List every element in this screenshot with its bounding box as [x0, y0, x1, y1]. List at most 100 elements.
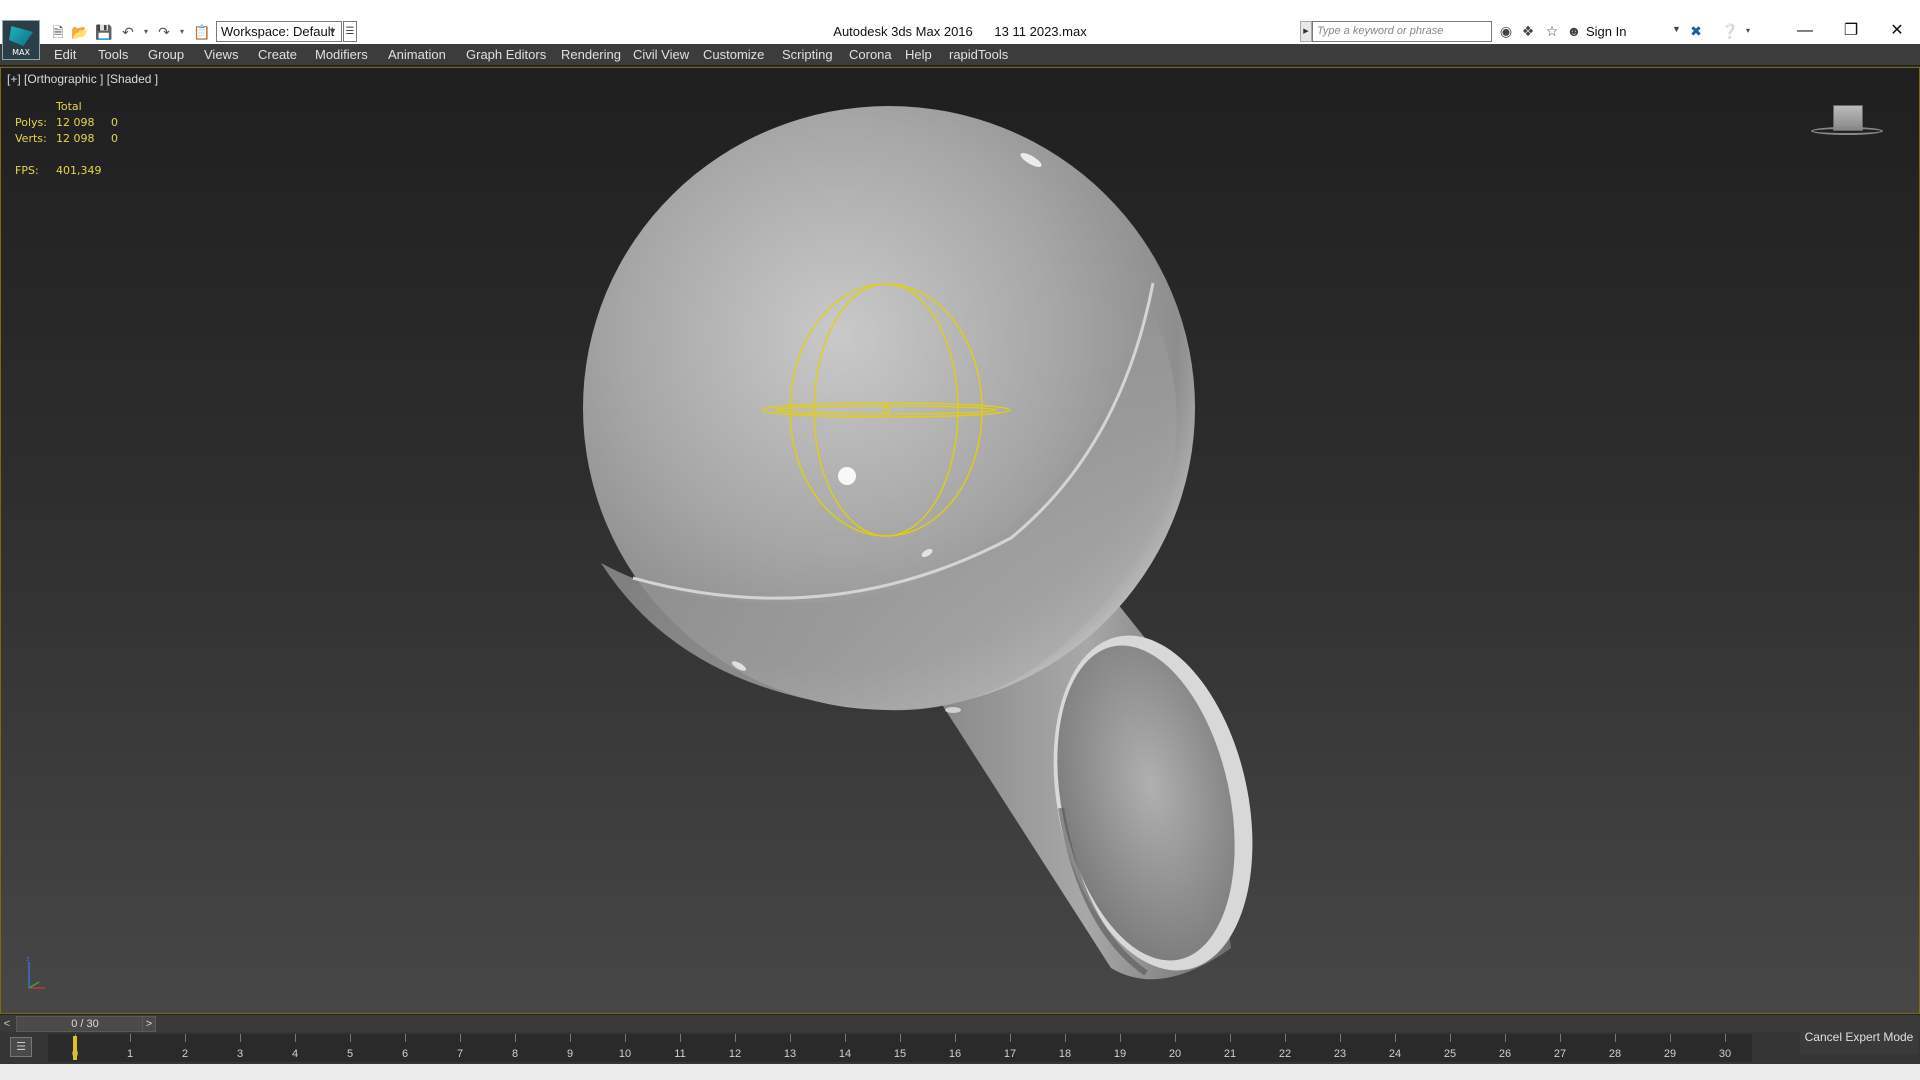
trackbar-frame-label: 25: [1443, 1048, 1457, 1060]
subscription-icon[interactable]: ❖: [1518, 21, 1538, 41]
workspace-select[interactable]: Workspace: Default ▼: [216, 21, 342, 42]
trackbar-tick: [240, 1034, 241, 1042]
undo-icon[interactable]: ↶: [118, 22, 138, 42]
trackbar-frame-label: 26: [1498, 1048, 1512, 1060]
time-slider-next-button[interactable]: >: [142, 1016, 156, 1032]
menu-edit[interactable]: Edit: [54, 47, 76, 62]
trackbar-frame-label: 9: [566, 1048, 574, 1060]
menu-group[interactable]: Group: [148, 47, 184, 62]
bottom-strip: [0, 1064, 1920, 1080]
trackbar-frame-label: 28: [1608, 1048, 1622, 1060]
title-bar: MAX 🗎 📂 💾 ↶ ▾ ↷ ▾ 📋 Workspace: Default ▼…: [0, 0, 1920, 60]
trackbar-frame-label: 13: [783, 1048, 797, 1060]
trackbar-tick: [625, 1034, 626, 1042]
trackbar-frame-label: 4: [291, 1048, 299, 1060]
trackbar-tick: [405, 1034, 406, 1042]
highlight-5: [945, 707, 961, 713]
trackbar-tick: [1285, 1034, 1286, 1042]
trackbar-tick: [1670, 1034, 1671, 1042]
time-slider-thumb[interactable]: 0 / 30: [16, 1016, 154, 1032]
trackbar-frame-label: 10: [618, 1048, 632, 1060]
menu-rendering[interactable]: Rendering: [561, 47, 621, 62]
trackbar-frame-label: 22: [1278, 1048, 1292, 1060]
trackbar-tick: [900, 1034, 901, 1042]
trackbar-frame-label: 6: [401, 1048, 409, 1060]
viewcube-compass-ring[interactable]: [1811, 127, 1883, 135]
minimize-icon[interactable]: —: [1782, 14, 1828, 48]
redo-dropdown-icon[interactable]: ▾: [172, 22, 192, 42]
menu-customize[interactable]: Customize: [703, 47, 764, 62]
time-slider-bar: < 0 / 30 >: [0, 1014, 1920, 1032]
quick-access-customize-icon[interactable]: ☰: [343, 21, 357, 42]
trackbar-tick: [845, 1034, 846, 1042]
trackbar-tick: [295, 1034, 296, 1042]
close-icon[interactable]: ✕: [1874, 14, 1920, 48]
menu-create[interactable]: Create: [258, 47, 297, 62]
help-icon[interactable]: ❔: [1720, 21, 1740, 41]
trackbar-frame-label: 14: [838, 1048, 852, 1060]
redo-icon[interactable]: ↷: [154, 22, 174, 42]
user-icon[interactable]: ☻: [1564, 21, 1584, 41]
highlight-1: [838, 467, 856, 485]
trackbar-frame-label: 3: [236, 1048, 244, 1060]
axis-tripod-icon: z: [26, 955, 45, 989]
trackbar-ruler[interactable]: 0123456789101112131415161718192021222324…: [48, 1034, 1752, 1062]
trackbar-frame-label: 15: [893, 1048, 907, 1060]
help-dropdown-icon[interactable]: ▾: [1738, 21, 1758, 41]
trackbar-frame-label: 8: [511, 1048, 519, 1060]
trackbar-tick: [1230, 1034, 1231, 1042]
menu-corona[interactable]: Corona: [849, 47, 892, 62]
current-frame-marker[interactable]: [73, 1036, 77, 1060]
trackbar-frame-label: 20: [1168, 1048, 1182, 1060]
trackbar-tick: [185, 1034, 186, 1042]
sign-in-button[interactable]: Sign In: [1586, 24, 1626, 39]
viewcube[interactable]: [1811, 105, 1883, 137]
scene-render[interactable]: [1, 68, 1919, 1013]
trackbar-tick: [460, 1034, 461, 1042]
app-menu-button[interactable]: MAX: [2, 20, 40, 60]
save-icon[interactable]: 💾: [94, 22, 114, 42]
trackbar-tick: [1340, 1034, 1341, 1042]
window-title: Autodesk 3ds Max 2016 13 11 2023.max: [833, 24, 1087, 39]
chevron-down-icon[interactable]: ▼: [1672, 24, 1681, 34]
menu-rapidtools[interactable]: rapidTools: [949, 47, 1008, 62]
trackbar-tick: [570, 1034, 571, 1042]
trackbar-frame-label: 30: [1718, 1048, 1732, 1060]
trackbar: ☰ 01234567891011121314151617181920212223…: [0, 1032, 1920, 1064]
undo-dropdown-icon[interactable]: ▾: [136, 22, 156, 42]
search-placeholder: Type a keyword or phrase: [1317, 25, 1444, 37]
binoculars-icon[interactable]: ◉: [1496, 21, 1516, 41]
menu-graph-editors[interactable]: Graph Editors: [466, 47, 546, 62]
open-file-icon[interactable]: 📂: [70, 22, 90, 42]
trackbar-tick: [1120, 1034, 1121, 1042]
menu-views[interactable]: Views: [204, 47, 238, 62]
time-slider-prev-button[interactable]: <: [0, 1015, 14, 1033]
search-expand-icon[interactable]: ▶: [1300, 21, 1312, 42]
menu-civil-view[interactable]: Civil View: [633, 47, 689, 62]
menu-animation[interactable]: Animation: [388, 47, 446, 62]
trackbar-frame-label: 1: [126, 1048, 134, 1060]
trackbar-tick: [790, 1034, 791, 1042]
trackbar-tick: [1175, 1034, 1176, 1042]
trackbar-tick: [350, 1034, 351, 1042]
menu-tools[interactable]: Tools: [98, 47, 128, 62]
trackbar-frame-label: 24: [1388, 1048, 1402, 1060]
trackbar-tick: [515, 1034, 516, 1042]
exchange-icon[interactable]: ✖: [1686, 21, 1706, 41]
menu-modifiers[interactable]: Modifiers: [315, 47, 368, 62]
menu-scripting[interactable]: Scripting: [782, 47, 833, 62]
trackbar-frame-label: 17: [1003, 1048, 1017, 1060]
curve-editor-icon[interactable]: ☰: [10, 1037, 32, 1057]
trackbar-tick: [955, 1034, 956, 1042]
search-input[interactable]: Type a keyword or phrase: [1312, 21, 1492, 42]
restore-icon[interactable]: ❐: [1828, 14, 1874, 48]
star-icon[interactable]: ☆: [1542, 21, 1562, 41]
trackbar-tick: [1505, 1034, 1506, 1042]
app-logo-label: MAX: [12, 48, 30, 57]
menu-help[interactable]: Help: [905, 47, 932, 62]
trackbar-frame-label: 21: [1223, 1048, 1237, 1060]
cancel-expert-mode-button[interactable]: Cancel Expert Mode: [1800, 1020, 1918, 1054]
viewport-orthographic[interactable]: [+] [Orthographic ] [Shaded ] Total Poly…: [0, 67, 1920, 1014]
project-folder-icon[interactable]: 📋: [192, 22, 212, 42]
new-file-icon[interactable]: 🗎: [48, 22, 68, 42]
